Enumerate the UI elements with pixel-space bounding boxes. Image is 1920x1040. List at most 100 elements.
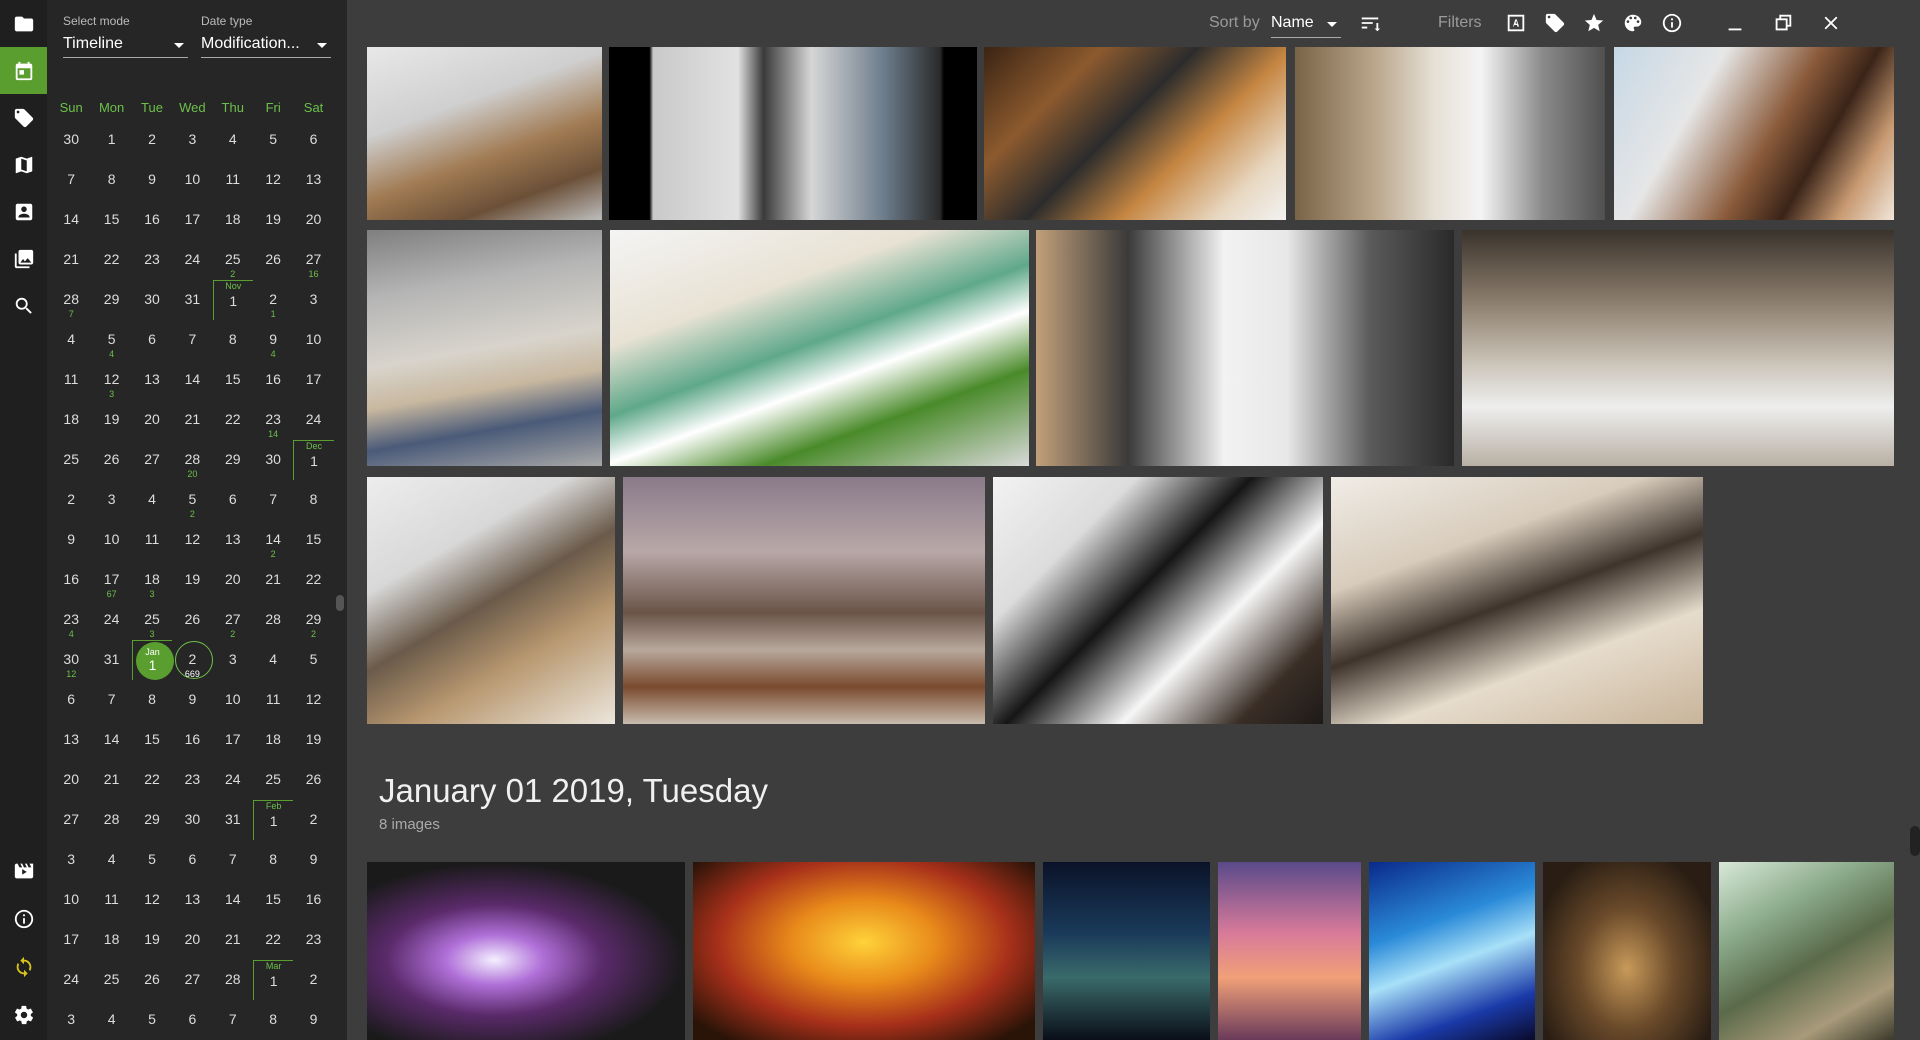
interior-photo-3[interactable] [984,47,1286,220]
calendar-day[interactable]: 28 [253,600,293,640]
calendar-day[interactable]: 22 [213,400,253,440]
calendar-day[interactable]: 20 [213,560,253,600]
calendar-day[interactable]: 22 [132,760,172,800]
calendar-day[interactable]: 28 [213,960,253,1000]
calendar-day[interactable]: 28 7 [51,280,91,320]
calendar-day[interactable]: 17 [293,360,333,400]
folder-icon[interactable] [0,0,47,47]
sort-order-icon[interactable] [1358,11,1382,35]
calendar-day[interactable]: 19 [172,560,212,600]
calendar-day[interactable]: 25 3 [132,600,172,640]
calendar-day[interactable]: 21 [253,280,293,320]
interior-photo-2[interactable] [609,47,977,220]
calendar-day[interactable]: 7 [172,320,212,360]
calendar-day[interactable]: 7 [213,1000,253,1040]
calendar-day[interactable]: 23 [172,760,212,800]
close-icon[interactable] [1819,11,1843,35]
calendar-day[interactable]: 3 [293,280,333,320]
minimize-icon[interactable] [1723,11,1747,35]
calendar-day[interactable]: 25 2 [213,240,253,280]
calendar-icon[interactable] [0,47,47,94]
calendar-day[interactable]: 5 [293,640,333,680]
calendar-day[interactable]: 27 [132,440,172,480]
concert-photo[interactable] [367,862,685,1040]
calendar-day[interactable]: 52 [172,480,212,520]
calendar-day[interactable]: 4 [91,840,131,880]
calendar-day[interactable]: 18 [51,400,91,440]
calendar-day[interactable]: 20 [172,920,212,960]
greenhouse-photo[interactable] [1719,862,1894,1040]
calendar-day[interactable]: 8 [132,680,172,720]
calendar-day[interactable]: 14 [51,200,91,240]
calendar-day[interactable]: 24 [293,400,333,440]
settings-icon[interactable] [0,991,47,1038]
calendar-day[interactable]: 7 [51,160,91,200]
interior-photo-8[interactable] [1036,230,1454,466]
date-type-dropdown[interactable]: Modification... [201,32,331,58]
calendar-day[interactable]: 25 [91,960,131,1000]
calendar-day[interactable]: 4 [213,120,253,160]
calendar-day[interactable]: 15 [293,520,333,560]
star-filter-icon[interactable] [1582,11,1606,35]
color-filter-icon[interactable] [1621,11,1645,35]
calendar-day[interactable]: 24 [51,960,91,1000]
calendar-day[interactable]: 9 [51,520,91,560]
calendar-day[interactable]: 2 [132,120,172,160]
sync-icon[interactable] [0,943,47,990]
calendar-scrollbar[interactable] [336,595,344,611]
calendar-day[interactable]: 16 [172,720,212,760]
calendar-day[interactable]: 26 [91,440,131,480]
calendar-day[interactable]: 25 [51,440,91,480]
calendar-day[interactable]: 21 [51,240,91,280]
calendar-day[interactable]: 27 [172,960,212,1000]
calendar-day[interactable]: 27 16 [293,240,333,280]
calendar-day[interactable]: 17 [51,920,91,960]
calendar-day[interactable]: 21 [253,560,293,600]
calendar-day[interactable]: 54 [91,320,131,360]
calendar-day[interactable]: 12 [293,680,333,720]
calendar-day[interactable]: 26 [132,960,172,1000]
calendar-day[interactable]: 4 [91,1000,131,1040]
interior-photo-9[interactable] [1462,230,1894,466]
tag-filter-icon[interactable] [1543,11,1567,35]
select-mode-dropdown[interactable]: Timeline [63,32,188,58]
calendar-day[interactable]: 23 [293,920,333,960]
calendar-day[interactable]: 27 [51,800,91,840]
calendar-day[interactable]: Nov 1 [212,280,253,320]
interior-photo-11[interactable] [623,477,985,724]
calendar-day[interactable]: 3 [213,640,253,680]
portrait-icon[interactable] [0,188,47,235]
calendar-day[interactable]: 24 [213,760,253,800]
calendar-day[interactable]: 15 [91,200,131,240]
calendar-day[interactable]: 21 [213,920,253,960]
calendar-day[interactable]: 3 [91,480,131,520]
calendar-day[interactable]: 15 [253,880,293,920]
calendar-day[interactable]: 3 [51,840,91,880]
interior-photo-1[interactable] [367,47,602,220]
calendar-day[interactable]: 31 [213,800,253,840]
sort-dropdown[interactable]: Name [1271,10,1341,38]
calendar-day[interactable]: 5 [253,120,293,160]
calendar-day[interactable]: 8 [253,1000,293,1040]
calendar-day[interactable]: 23 14 [253,400,293,440]
restore-icon[interactable] [1771,11,1795,35]
calendar-day[interactable]: 14 [172,360,212,400]
calendar-day[interactable]: 31 [172,280,212,320]
calendar-day[interactable]: 30 [132,280,172,320]
calendar-day[interactable]: 10 [213,680,253,720]
calendar-day[interactable]: 16 [293,880,333,920]
calendar-day[interactable]: 22 [253,920,293,960]
calendar-day[interactable]: 18 [213,200,253,240]
calendar-day[interactable]: 13 [51,720,91,760]
calendar-day[interactable]: 22 [91,240,131,280]
calendar-day[interactable]: 10 [51,880,91,920]
interior-photo-7[interactable] [610,230,1029,466]
calendar-day[interactable]: 10 [293,320,333,360]
interior-photo-5[interactable] [1614,47,1894,220]
calendar-day[interactable]: 13 [132,360,172,400]
calendar-day[interactable]: 16 [132,200,172,240]
calendar-day[interactable]: 12 [132,880,172,920]
calendar-day[interactable]: 19 [91,400,131,440]
calendar-day[interactable]: 31 [91,640,131,680]
gallery-icon[interactable] [0,235,47,282]
